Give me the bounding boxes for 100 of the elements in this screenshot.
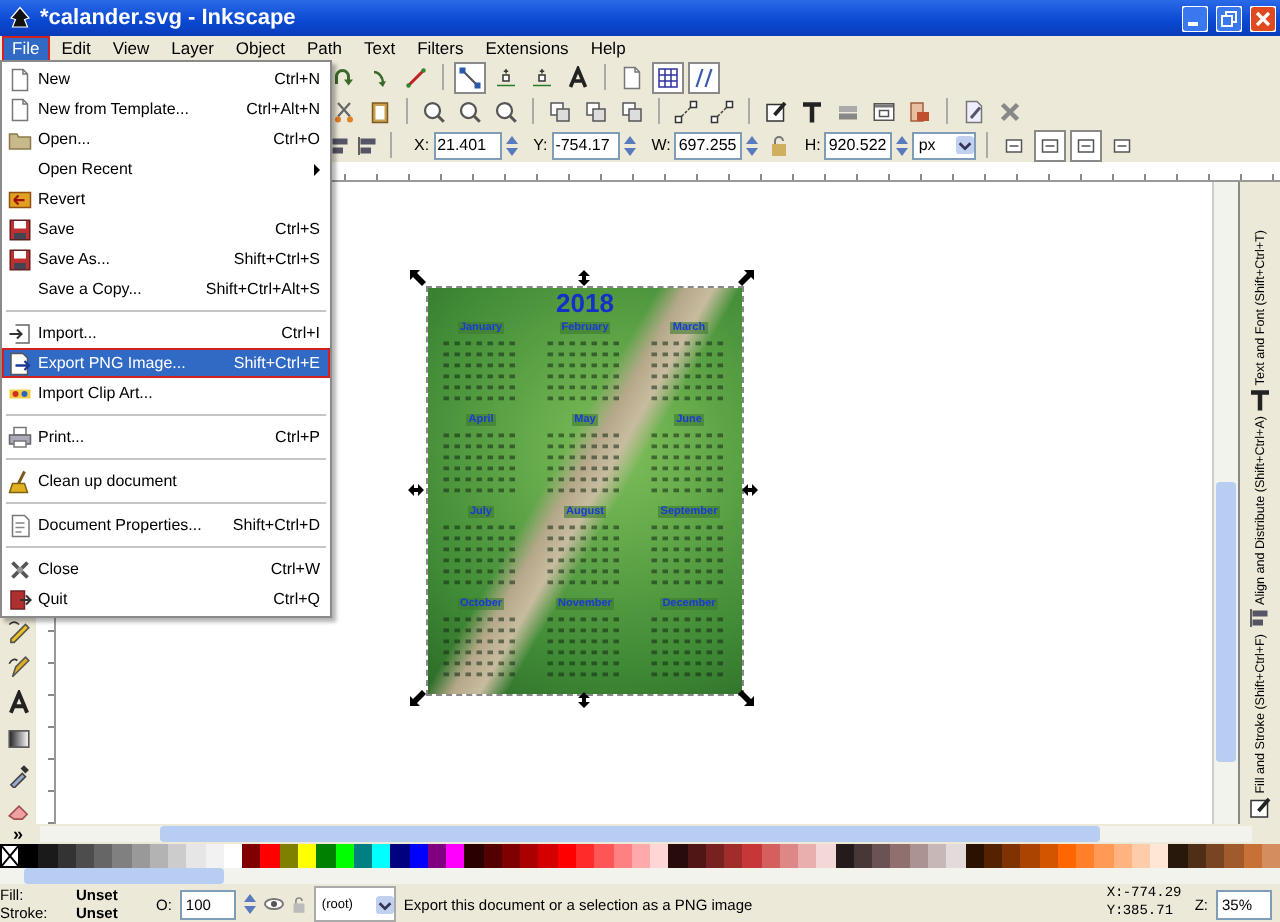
color-swatch[interactable] [594, 844, 613, 868]
color-swatch[interactable] [1020, 844, 1040, 868]
menu-item[interactable]: New from Template... Ctrl+Alt+N [2, 94, 330, 124]
color-swatch[interactable] [316, 844, 336, 868]
menu-title[interactable]: Layer [161, 35, 224, 61]
menu-item[interactable]: Save As... Shift+Ctrl+S [2, 244, 330, 274]
zoom-icon [458, 99, 482, 123]
color-swatch[interactable] [946, 844, 966, 868]
calendar-year: 2018 [556, 290, 614, 318]
menu-item[interactable]: New Ctrl+N [2, 64, 330, 94]
color-swatch[interactable] [1224, 844, 1244, 868]
node-editor-button[interactable] [670, 95, 702, 127]
color-swatch[interactable] [94, 844, 113, 868]
menu-item[interactable]: Document Properties... Shift+Ctrl+D [2, 510, 330, 540]
menu-item[interactable]: Close Ctrl+W [2, 554, 330, 584]
color-swatch[interactable] [464, 844, 484, 868]
menu-title[interactable]: Help [580, 35, 636, 61]
close-button[interactable] [1250, 5, 1276, 31]
menu-item[interactable]: Save Ctrl+S [2, 214, 330, 244]
color-swatch[interactable] [1150, 844, 1169, 868]
menu-title[interactable]: File [2, 35, 50, 61]
minimize-button[interactable] [1182, 5, 1208, 31]
transform-toggle-icon [1074, 133, 1099, 157]
menu-title[interactable]: Edit [51, 35, 101, 61]
lock-icon[interactable] [291, 895, 306, 913]
color-swatch[interactable] [112, 844, 132, 868]
color-swatch[interactable] [724, 844, 743, 868]
align-icon[interactable] [356, 133, 380, 157]
menu-title[interactable]: Path [296, 35, 352, 61]
menu-item[interactable]: Quit Ctrl+Q [2, 584, 330, 614]
scale-handle-icon[interactable] [410, 690, 426, 706]
color-swatch[interactable] [20, 844, 39, 868]
node-editor-button[interactable] [706, 95, 738, 127]
scale-handle-icon[interactable] [738, 690, 754, 706]
guides-icon [692, 65, 716, 89]
color-swatch[interactable] [242, 844, 261, 868]
color-swatch[interactable] [520, 844, 539, 868]
menu-item[interactable]: Export PNG Image... Shift+Ctrl+E [2, 348, 330, 378]
color-swatch[interactable] [390, 844, 410, 868]
horizontal-scrollbar[interactable] [40, 826, 1252, 842]
more-tools-button[interactable]: » [0, 824, 36, 844]
color-swatch[interactable] [650, 844, 669, 868]
transform-toggle-button[interactable] [1034, 129, 1067, 161]
menu-title[interactable]: Filters [407, 35, 474, 61]
menu-item[interactable]: Import Clip Art... [2, 378, 330, 408]
number-field[interactable]: 21.401 [433, 131, 502, 159]
menu-item[interactable]: Revert [2, 184, 330, 214]
color-swatch[interactable] [890, 844, 910, 868]
restore-button[interactable] [1216, 5, 1242, 31]
color-swatch[interactable] [928, 844, 947, 868]
color-swatch[interactable] [816, 844, 836, 868]
scale-handle-icon[interactable] [576, 692, 592, 708]
color-swatch[interactable] [1206, 844, 1225, 868]
menu-item[interactable]: Clean up document [2, 466, 330, 496]
color-swatch[interactable] [38, 844, 58, 868]
color-swatch[interactable] [168, 844, 187, 868]
color-swatch[interactable] [260, 844, 280, 868]
menu-title[interactable]: View [102, 35, 160, 61]
menu-title[interactable]: Extensions [475, 35, 579, 61]
number-field[interactable]: 920.522 [824, 131, 893, 159]
spinner-icon[interactable] [243, 892, 256, 916]
color-swatch[interactable] [872, 844, 891, 868]
dropdown-arrow-icon[interactable] [375, 895, 394, 913]
menu-item[interactable]: Save a Copy... Shift+Ctrl+Alt+S [2, 274, 330, 304]
color-swatch[interactable] [186, 844, 206, 868]
color-swatch[interactable] [446, 844, 465, 868]
color-swatch[interactable] [798, 844, 817, 868]
unit-dropdown[interactable]: px [912, 131, 977, 159]
lock-icon[interactable] [770, 135, 789, 155]
scale-handle-icon[interactable] [410, 270, 426, 286]
color-swatch[interactable] [1094, 844, 1114, 868]
menu-item[interactable]: Import... Ctrl+I [2, 318, 330, 348]
number-field[interactable]: 697.255 [674, 131, 743, 159]
color-swatch[interactable] [538, 844, 558, 868]
transform-toggle-button[interactable] [1070, 129, 1103, 161]
guides-button[interactable] [688, 61, 720, 93]
dropdown-arrow-icon[interactable] [956, 136, 975, 154]
scale-handle-icon[interactable] [408, 482, 424, 498]
menu-item[interactable]: Open... Ctrl+O [2, 124, 330, 154]
color-swatch[interactable] [742, 844, 762, 868]
menu-item[interactable]: Open Recent [2, 154, 330, 184]
color-swatch[interactable] [668, 844, 688, 868]
grid-button[interactable] [652, 61, 684, 93]
menu-title[interactable]: Object [225, 35, 295, 61]
palette-scrollbar[interactable] [0, 868, 1280, 884]
no-paint-swatch[interactable] [0, 844, 20, 868]
eye-icon[interactable] [263, 896, 284, 912]
menu-item[interactable]: Print... Ctrl+P [2, 422, 330, 452]
node-line-button[interactable] [454, 61, 486, 93]
color-swatch[interactable] [1076, 844, 1095, 868]
menu-title[interactable]: Text [353, 35, 406, 61]
scale-handle-icon[interactable] [738, 270, 754, 286]
color-swatch[interactable] [1168, 844, 1188, 868]
vertical-scrollbar[interactable] [1212, 182, 1238, 824]
color-swatch[interactable] [1002, 844, 1021, 868]
color-swatch[interactable] [372, 844, 391, 868]
scale-handle-icon[interactable] [742, 482, 758, 498]
number-field[interactable]: -754.17 [551, 131, 620, 159]
scale-handle-icon[interactable] [576, 270, 592, 286]
gradient-icon [5, 726, 31, 752]
